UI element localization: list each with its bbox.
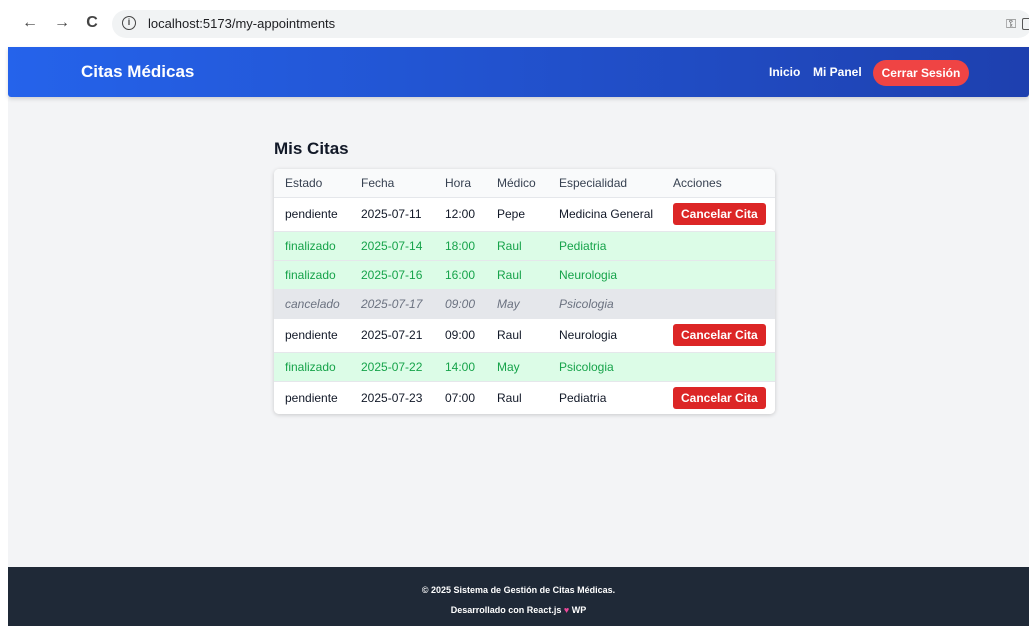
column-header-acciones: Acciones	[673, 175, 722, 190]
cell-estado: cancelado	[285, 296, 340, 311]
footer: © 2025 Sistema de Gestión de Citas Médic…	[8, 567, 1029, 626]
cell-acciones	[673, 352, 775, 381]
cell-hora: 07:00	[445, 391, 476, 406]
cell-hora: 12:00	[445, 207, 476, 221]
cancel-appointment-button[interactable]: Cancelar Cita	[673, 324, 766, 346]
cell-acciones	[673, 289, 775, 318]
table-row: finalizado 2025-07-14 18:00 Raul Pediatr…	[274, 231, 775, 260]
nav-link-mi-panel[interactable]: Mi Panel	[813, 65, 862, 79]
cell-medico: Pepe	[497, 207, 526, 221]
cell-especialidad: Pediatria	[559, 238, 607, 253]
footer-credits-suffix: WP	[571, 605, 587, 615]
cell-acciones: Cancelar Cita	[673, 381, 775, 414]
logout-button[interactable]: Cerrar Sesión	[873, 60, 969, 86]
forward-arrow-icon[interactable]: →	[52, 12, 72, 34]
table-row: cancelado 2025-07-17 09:00 May Psicologi…	[274, 289, 775, 318]
cell-estado: finalizado	[285, 238, 336, 253]
cell-acciones: Cancelar Cita	[673, 318, 775, 352]
cell-hora: 16:00	[445, 267, 476, 282]
cell-hora: 14:00	[445, 359, 476, 374]
column-header-hora: Hora	[445, 175, 472, 190]
cell-medico: Raul	[497, 267, 522, 282]
cell-especialidad: Psicologia	[559, 296, 614, 311]
cell-especialidad: Neurologia	[559, 267, 618, 282]
browser-chrome: ← → C i localhost:5173/my-appointments ⚿	[0, 0, 1029, 47]
back-arrow-icon[interactable]: ←	[20, 12, 40, 34]
cell-hora: 18:00	[445, 238, 476, 253]
cell-medico: Raul	[497, 391, 522, 406]
cell-medico: May	[497, 359, 520, 374]
cell-acciones	[673, 260, 775, 289]
column-header-estado: Estado	[285, 175, 323, 190]
cancel-appointment-button[interactable]: Cancelar Cita	[673, 387, 766, 410]
heart-icon: ♥	[563, 605, 570, 615]
password-key-icon[interactable]: ⚿	[1006, 17, 1016, 31]
app-frame: Citas Médicas Inicio Mi Panel Cerrar Ses…	[8, 47, 1029, 626]
cell-fecha: 2025-07-17	[361, 296, 423, 311]
page-title: Mis Citas	[274, 139, 349, 158]
footer-copyright: © 2025 Sistema de Gestión de Citas Médic…	[421, 585, 616, 595]
table-row: pendiente 2025-07-21 09:00 Raul Neurolog…	[274, 318, 775, 352]
brand-title[interactable]: Citas Médicas	[81, 62, 194, 82]
cancel-appointment-button[interactable]: Cancelar Cita	[673, 203, 766, 225]
column-header-medico: Médico	[497, 175, 536, 190]
table-header-row: Estado Fecha Hora Médico Especialidad Ac…	[274, 169, 775, 197]
table-row: pendiente 2025-07-11 12:00 Pepe Medicina…	[274, 197, 775, 231]
navbar: Citas Médicas Inicio Mi Panel Cerrar Ses…	[8, 47, 1029, 97]
cell-hora: 09:00	[445, 328, 476, 342]
cell-fecha: 2025-07-22	[361, 359, 423, 374]
footer-credits: Desarrollado con React.js ♥ WP	[8, 605, 1029, 616]
cell-fecha: 2025-07-23	[361, 391, 423, 406]
cell-medico: Raul	[497, 238, 522, 253]
nav-link-inicio[interactable]: Inicio	[769, 65, 800, 79]
extension-icon[interactable]	[1022, 18, 1029, 30]
table-row: finalizado 2025-07-22 14:00 May Psicolog…	[274, 352, 775, 381]
table-row: pendiente 2025-07-23 07:00 Raul Pediatri…	[274, 381, 775, 414]
cell-medico: May	[497, 296, 520, 311]
table-row: finalizado 2025-07-16 16:00 Raul Neurolo…	[274, 260, 775, 289]
cell-hora: 09:00	[445, 296, 476, 311]
cell-estado: pendiente	[285, 207, 338, 221]
appointments-table: Estado Fecha Hora Médico Especialidad Ac…	[274, 169, 775, 414]
cell-fecha: 2025-07-21	[361, 328, 423, 342]
url-text[interactable]: localhost:5173/my-appointments	[148, 16, 335, 32]
cell-especialidad: Medicina General	[559, 207, 654, 221]
cell-especialidad: Pediatria	[559, 391, 607, 406]
column-header-especialidad: Especialidad	[559, 175, 628, 190]
cell-acciones	[673, 231, 775, 260]
column-header-fecha: Fecha	[361, 175, 395, 190]
cell-fecha: 2025-07-16	[361, 267, 423, 282]
appointments-table-card: Estado Fecha Hora Médico Especialidad Ac…	[274, 169, 775, 414]
reload-icon[interactable]: C	[82, 12, 102, 34]
site-info-icon[interactable]: i	[122, 16, 136, 30]
cell-especialidad: Psicologia	[559, 359, 614, 374]
cell-acciones: Cancelar Cita	[673, 197, 775, 231]
address-bar[interactable]: i localhost:5173/my-appointments ⚿	[112, 10, 1029, 38]
cell-medico: Raul	[497, 328, 522, 342]
cell-fecha: 2025-07-14	[361, 238, 423, 253]
footer-credits-prefix: Desarrollado con React.js	[450, 605, 562, 615]
cell-estado: finalizado	[285, 267, 336, 282]
cell-estado: pendiente	[285, 328, 338, 342]
cell-estado: pendiente	[285, 391, 338, 406]
cell-especialidad: Neurologia	[559, 328, 618, 342]
cell-fecha: 2025-07-11	[361, 207, 422, 221]
cell-estado: finalizado	[285, 359, 336, 374]
